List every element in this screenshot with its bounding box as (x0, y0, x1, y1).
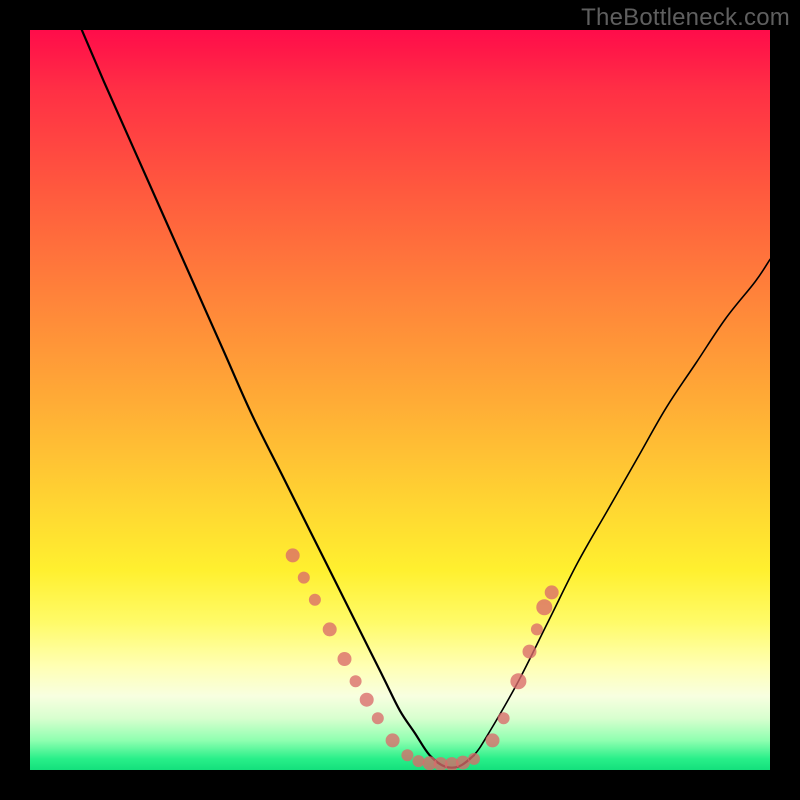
marker-dot (372, 712, 384, 724)
marker-dot (338, 652, 352, 666)
marker-dot (286, 548, 300, 562)
marker-dot (323, 622, 337, 636)
marker-dot (536, 599, 552, 615)
marker-group (286, 548, 559, 770)
curve-right-branch (430, 259, 770, 767)
marker-dot (486, 733, 500, 747)
marker-dot (350, 675, 362, 687)
marker-dot (309, 594, 321, 606)
plot-area (30, 30, 770, 770)
curve-layer (30, 30, 770, 770)
marker-dot (298, 572, 310, 584)
watermark-text: TheBottleneck.com (581, 4, 790, 32)
curve-left-branch (82, 30, 474, 768)
marker-dot (510, 673, 526, 689)
marker-dot (456, 756, 470, 770)
marker-dot (401, 749, 413, 761)
marker-dot (498, 712, 510, 724)
marker-dot (413, 755, 425, 767)
chart-frame: TheBottleneck.com (0, 0, 800, 800)
marker-dot (531, 623, 543, 635)
marker-dot (360, 693, 374, 707)
marker-dot (545, 585, 559, 599)
marker-dot (386, 733, 400, 747)
marker-dot (523, 645, 537, 659)
marker-dot (468, 753, 480, 765)
